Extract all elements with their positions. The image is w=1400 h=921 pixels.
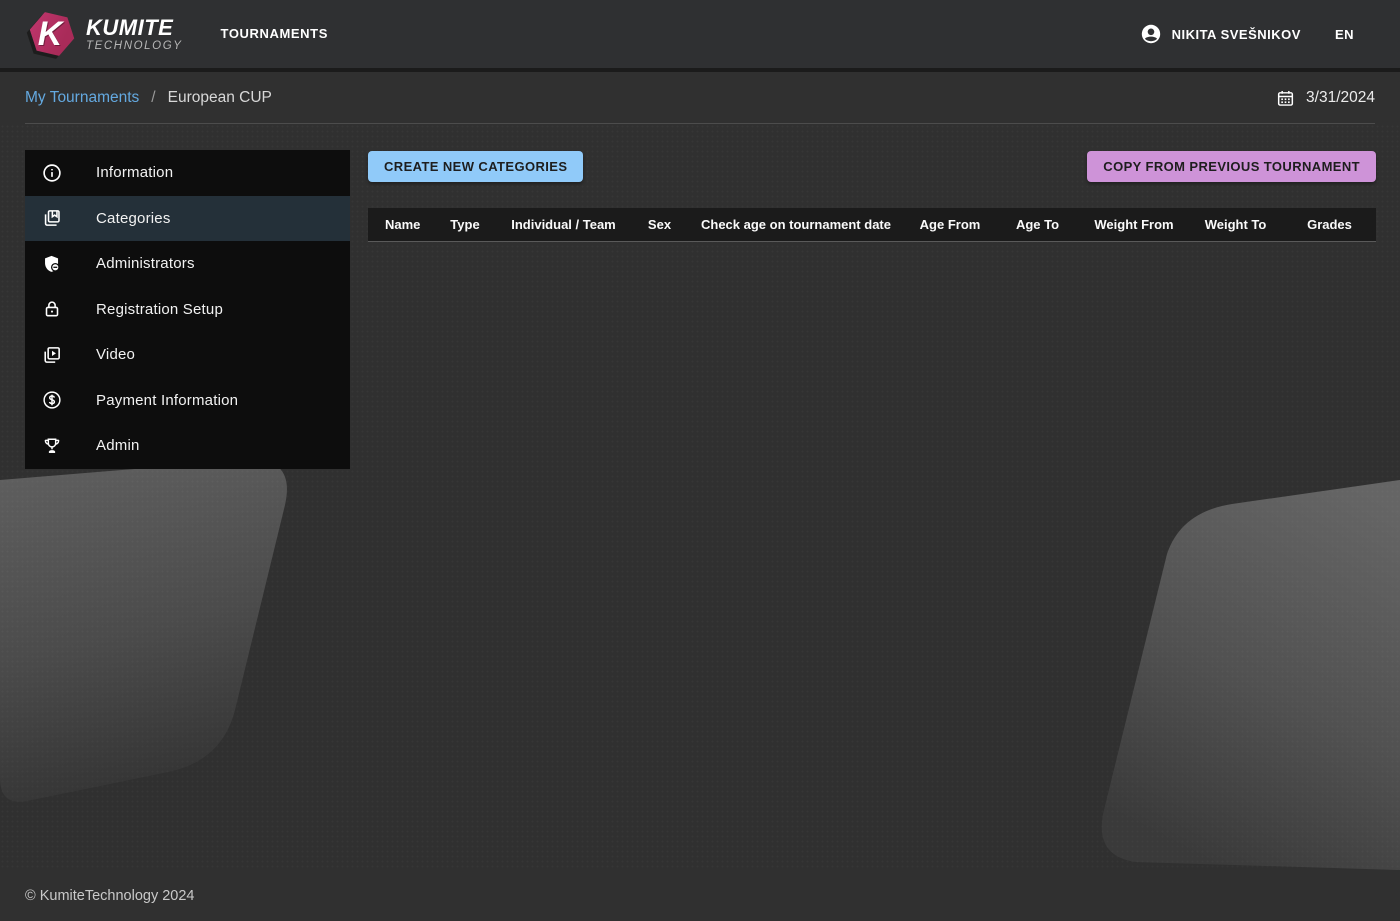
column-header-type: Type (435, 217, 495, 232)
sidebar-item-label: Categories (96, 210, 171, 227)
breadcrumb-my-tournaments-link[interactable]: My Tournaments (25, 89, 139, 107)
sidebar-item-payment-information[interactable]: Payment Information (25, 378, 350, 424)
app-logo[interactable]: K KUMITE TECHNOLOGY (28, 8, 183, 60)
top-bar: K KUMITE TECHNOLOGY TOURNAMENTS NIKITA S… (0, 0, 1400, 68)
content-area: Information Categories Administrator (0, 124, 1400, 870)
breadcrumb-separator: / (151, 89, 155, 107)
column-header-age-from: Age From (905, 217, 995, 232)
logo-text-primary: KUMITE (86, 16, 183, 39)
sidebar-item-label: Administrators (96, 255, 195, 272)
user-name: NIKITA SVEŠNIKOV (1172, 27, 1301, 42)
breadcrumb-current: European CUP (168, 89, 272, 107)
sidebar-item-registration-setup[interactable]: Registration Setup (25, 287, 350, 333)
dollar-circle-icon (40, 388, 64, 412)
column-header-weight-to: Weight To (1188, 217, 1283, 232)
sidebar-item-label: Payment Information (96, 392, 238, 409)
account-circle-icon (1139, 22, 1163, 46)
sidebar-item-label: Information (96, 164, 173, 181)
tournament-date[interactable]: 3/31/2024 (1273, 86, 1375, 110)
logo-hexagon-icon: K (28, 8, 76, 60)
copyright-text: © KumiteTechnology 2024 (25, 888, 194, 904)
sidebar-item-administrators[interactable]: Administrators (25, 241, 350, 287)
categories-table-header: Name Type Individual / Team Sex Check ag… (368, 208, 1376, 242)
video-library-icon (40, 343, 64, 367)
create-new-categories-button[interactable]: CREATE NEW CATEGORIES (368, 151, 583, 182)
column-header-individual-team: Individual / Team (495, 217, 632, 232)
calendar-icon (1273, 86, 1297, 110)
sidebar-item-video[interactable]: Video (25, 332, 350, 378)
sidebar-item-information[interactable]: Information (25, 150, 350, 196)
logo-text-secondary: TECHNOLOGY (86, 40, 183, 52)
sidebar-item-label: Registration Setup (96, 301, 223, 318)
column-header-check-age: Check age on tournament date (687, 217, 905, 232)
tournament-date-value: 3/31/2024 (1306, 89, 1375, 107)
breadcrumb-bar: My Tournaments / European CUP 3/31/2024 (0, 72, 1400, 124)
footer: © KumiteTechnology 2024 (0, 870, 1400, 921)
sidebar-item-categories[interactable]: Categories (25, 196, 350, 242)
admin-shield-icon (40, 252, 64, 276)
info-icon (40, 161, 64, 185)
logo-letter: K (28, 8, 76, 60)
copy-from-previous-tournament-button[interactable]: COPY FROM PREVIOUS TOURNAMENT (1087, 151, 1376, 182)
nav-tournaments-link[interactable]: TOURNAMENTS (221, 18, 328, 49)
settings-sidebar: Information Categories Administrator (25, 150, 350, 469)
column-header-sex: Sex (632, 217, 687, 232)
user-menu[interactable]: NIKITA SVEŠNIKOV (1139, 22, 1301, 46)
column-header-weight-from: Weight From (1080, 217, 1188, 232)
column-header-name: Name (368, 217, 435, 232)
language-switcher[interactable]: EN (1335, 27, 1354, 42)
trophy-icon (40, 434, 64, 458)
column-header-grades: Grades (1283, 217, 1376, 232)
sidebar-item-admin[interactable]: Admin (25, 423, 350, 469)
categories-icon (40, 206, 64, 230)
lock-icon (40, 297, 64, 321)
sidebar-item-label: Admin (96, 437, 140, 454)
breadcrumb: My Tournaments / European CUP (25, 89, 272, 107)
main-nav: TOURNAMENTS (221, 25, 328, 43)
sidebar-item-label: Video (96, 346, 135, 363)
column-header-age-to: Age To (995, 217, 1080, 232)
